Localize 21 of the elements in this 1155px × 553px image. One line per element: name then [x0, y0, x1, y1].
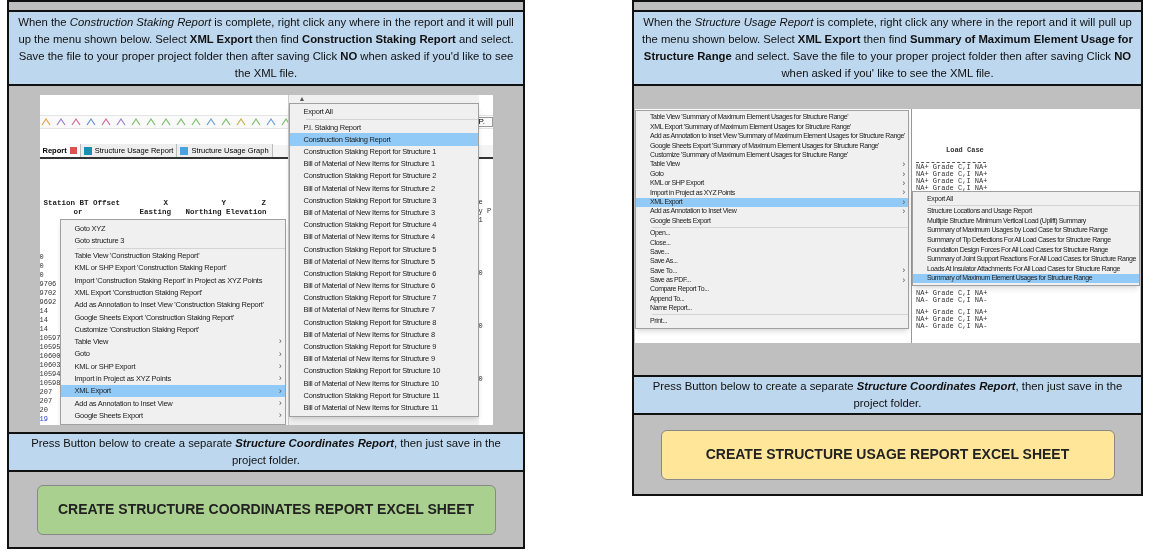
chevron-icon: ›: [278, 337, 282, 347]
chevron-icon: ›: [278, 386, 282, 396]
instructions-text: When the Structure Usage Report is complete, right click any where in the report and it will pull up the menu shown below. Select XML Export then find Summary of Maximum Element Usage for Structure Range and select. Save the file to your proper project folder then after saving Click NO when asked if you' like to see the XML file.: [634, 10, 1141, 86]
chevron-icon: ›: [902, 275, 905, 285]
create-report-button[interactable]: CREATE STRUCTURE COORDINATES REPORT EXCEL SHEET: [36, 484, 496, 535]
chevron-icon: ›: [902, 178, 905, 188]
caption-text: Press Button below to create a separate Structure Coordinates Report, then just save in the project folder.: [9, 432, 523, 472]
create-report-button[interactable]: CREATE STRUCTURE USAGE REPORT EXCEL SHEET: [660, 429, 1115, 480]
chevron-icon: ›: [902, 266, 905, 276]
chevron-icon: ›: [278, 374, 282, 384]
chevron-icon: ›: [278, 349, 282, 359]
chevron-icon: ›: [278, 398, 282, 408]
caption-text: Press Button below to create a separate Structure Coordinates Report, then just save in the project folder.: [634, 375, 1141, 415]
chevron-icon: ›: [902, 207, 905, 217]
instructions-text: When the Construction Staking Report is complete, right click any where in the report and it will pull up the menu shown below. Select XML Export then find Construction Staking Report and select. Save the file to your proper project folder then after saving Click NO when asked if you'd like to see the XML file.: [9, 10, 523, 86]
chevron-icon: ›: [902, 169, 905, 179]
chevron-icon: ›: [278, 411, 282, 421]
chevron-icon: ›: [902, 197, 905, 207]
chevron-icon: ›: [902, 188, 905, 198]
chevron-icon: ›: [902, 160, 905, 170]
chevron-icon: ›: [278, 361, 282, 371]
